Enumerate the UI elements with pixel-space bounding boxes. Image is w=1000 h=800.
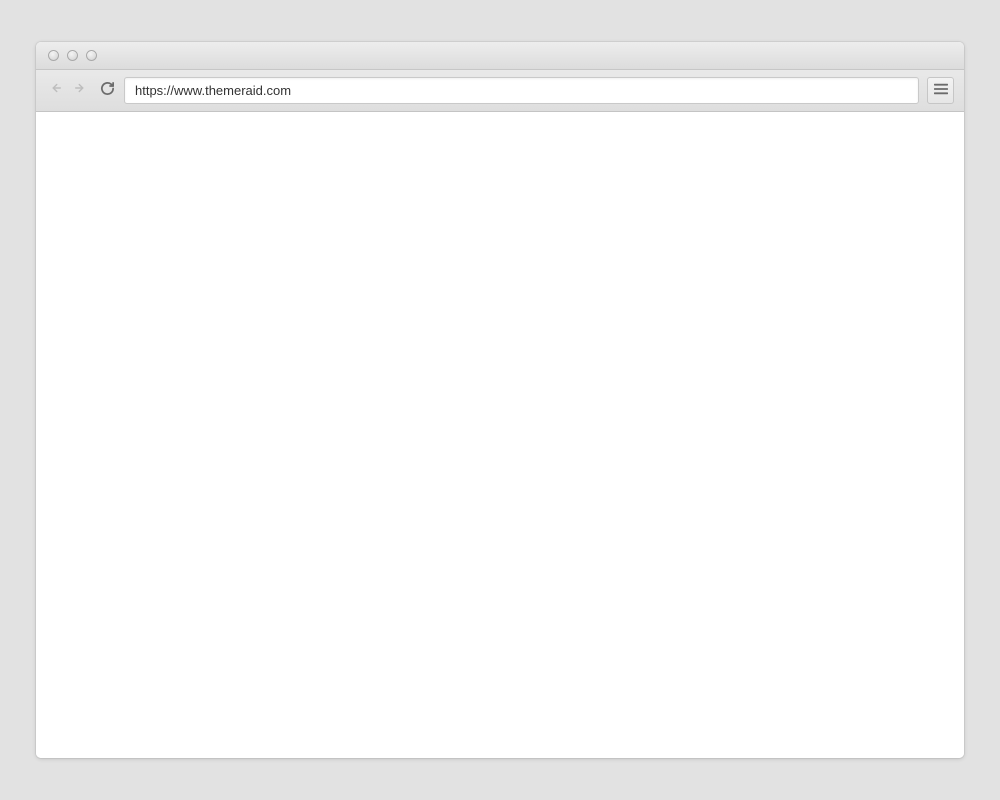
hamburger-icon	[934, 82, 948, 100]
titlebar	[36, 42, 964, 70]
back-button[interactable]	[46, 82, 64, 100]
address-bar[interactable]	[124, 77, 919, 104]
arrow-left-icon	[48, 81, 62, 100]
menu-button[interactable]	[927, 77, 954, 104]
forward-button[interactable]	[72, 82, 90, 100]
page-viewport	[36, 112, 964, 758]
toolbar	[36, 70, 964, 112]
window-close-button[interactable]	[48, 50, 59, 61]
arrow-right-icon	[74, 81, 88, 100]
window-minimize-button[interactable]	[67, 50, 78, 61]
window-maximize-button[interactable]	[86, 50, 97, 61]
reload-icon	[100, 81, 115, 101]
browser-window	[36, 42, 964, 758]
reload-button[interactable]	[98, 82, 116, 100]
